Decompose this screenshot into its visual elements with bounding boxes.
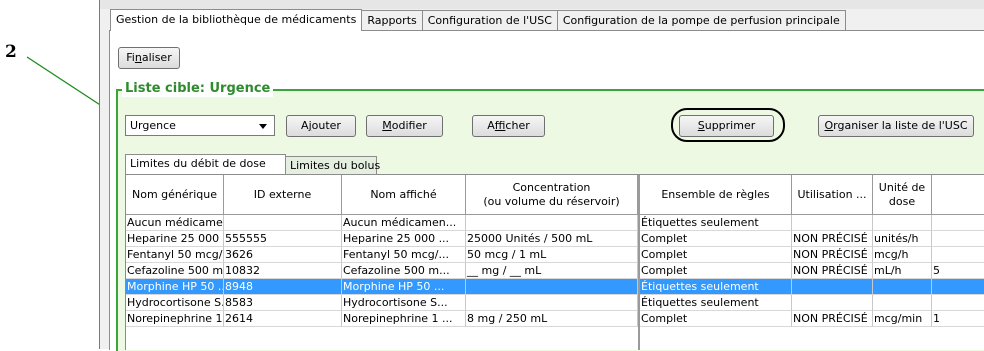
table-cell: NON PRÉCISÉ xyxy=(792,311,873,327)
table-cell xyxy=(932,215,984,231)
application-window: Gestion de la bibliothèque de médicament… xyxy=(99,0,984,351)
table-cell: Fentanyl 50 mcg/... xyxy=(342,247,466,263)
table-cell: 1 xyxy=(932,311,984,327)
table-cell: Morphine HP 50 ... xyxy=(342,279,466,295)
tab-drug-library[interactable]: Gestion de la bibliothèque de médicament… xyxy=(110,9,363,31)
table-cell xyxy=(466,279,638,295)
table-cell: __ mg / __ mL xyxy=(466,263,638,279)
col-display-name-header[interactable]: Nom affiché xyxy=(342,175,466,215)
table-cell xyxy=(466,215,638,231)
tab-pump-config[interactable]: Configuration de la pompe de perfusion p… xyxy=(556,10,846,30)
table-cell xyxy=(932,247,984,263)
table-cell: Fentanyl 50 mcg/... xyxy=(126,247,224,263)
table-cell: 2614 xyxy=(224,311,342,327)
col-generic-name-header[interactable]: Nom générique xyxy=(126,175,224,215)
table-cell: 50 mcg / 1 mL xyxy=(466,247,638,263)
table-cell: 8 mg / 250 mL xyxy=(466,311,638,327)
table-cell xyxy=(932,279,984,295)
table-cell: Complet xyxy=(640,311,792,327)
target-list-title: Liste cible: Urgence xyxy=(122,81,274,97)
table-cell: Aucun médicamen... xyxy=(126,215,224,231)
table-row[interactable]: Aucun médicamen... Aucun médicamen... Étiq… xyxy=(126,215,984,231)
table-row[interactable]: Cefazoline 500 m... 10832 Cefazoline 500 m… xyxy=(126,263,984,279)
table-cell: mL/h xyxy=(873,263,932,279)
table-cell: unités/h xyxy=(873,231,932,247)
table-cell: Heparine 25 000 ... xyxy=(342,231,466,247)
table-cell: NON PRÉCISÉ xyxy=(792,247,873,263)
table-cell: 25000 Unités / 500 mL xyxy=(466,231,638,247)
table-row[interactable]: Heparine 25 000 ... 555555 Heparine 25 000… xyxy=(126,231,984,247)
table-cell xyxy=(873,215,932,231)
table-row[interactable]: Norepinephrine 1 ...2614Norepinephrine 1… xyxy=(126,311,984,327)
modify-button[interactable]: Modifier xyxy=(366,115,443,137)
col-extra-header[interactable] xyxy=(932,175,984,215)
table-cell: 10832 xyxy=(224,263,342,279)
table-cell xyxy=(932,295,984,311)
table-cell: Norepinephrine 1 ... xyxy=(342,311,466,327)
table-cell: Complet xyxy=(640,247,792,263)
target-list-selected-value: Urgence xyxy=(130,119,176,132)
table-cell: Étiquettes seulement xyxy=(640,215,792,231)
table-cell: NON PRÉCISÉ xyxy=(792,263,873,279)
chevron-down-icon xyxy=(259,124,267,129)
highlight-circle xyxy=(671,108,785,142)
organize-list-button[interactable]: Organiser la liste de l'USC xyxy=(818,115,974,137)
table-cell: Étiquettes seulement xyxy=(640,295,792,311)
col-usage-header[interactable]: Utilisation ... xyxy=(792,175,873,215)
table-row[interactable]: Hydrocortisone S... 8583 Hydrocortisone S.… xyxy=(126,295,984,311)
table-cell: Hydrocortisone S... xyxy=(126,295,224,311)
column-splitter[interactable] xyxy=(638,175,640,350)
table-cell: Aucun médicamen... xyxy=(342,215,466,231)
table-cell xyxy=(792,215,873,231)
add-button[interactable]: Ajouter xyxy=(286,115,356,137)
tab-icu-config[interactable]: Configuration de l'USC xyxy=(421,10,558,30)
table-cell: 8583 xyxy=(224,295,342,311)
table-cell: Hydrocortisone S... xyxy=(342,295,466,311)
tab-dose-rate-limits[interactable]: Limites du débit de dose xyxy=(125,154,286,175)
table-cell: mcg/h xyxy=(873,247,932,263)
show-button[interactable]: Afficher xyxy=(472,115,545,137)
target-list-select[interactable]: Urgence xyxy=(125,115,275,136)
table-cell: 555555 xyxy=(224,231,342,247)
table-cell: mcg/min xyxy=(873,311,932,327)
table-cell xyxy=(224,215,342,231)
table-cell: Étiquettes seulement xyxy=(640,279,792,295)
col-dose-unit-header[interactable]: Unité de dose xyxy=(873,175,932,215)
table-cell xyxy=(466,295,638,311)
col-external-id-header[interactable]: ID externe xyxy=(224,175,342,215)
table-cell: NON PRÉCISÉ xyxy=(792,231,873,247)
col-rule-set-header[interactable]: Ensemble de règles xyxy=(640,175,792,215)
table-cell: 5 xyxy=(932,263,984,279)
table-row[interactable]: Morphine HP 50 ... 8948 Morphine HP 50 ...… xyxy=(126,279,984,295)
tab-reports[interactable]: Rapports xyxy=(361,10,423,30)
medication-table: Nom générique ID externe Nom affiché Concen… xyxy=(125,174,984,350)
table-cell xyxy=(873,295,932,311)
table-row[interactable]: Fentanyl 50 mcg/... 3626 Fentanyl 50 mcg/.… xyxy=(126,247,984,263)
table-cell: Cefazoline 500 m... xyxy=(126,263,224,279)
table-cell xyxy=(792,279,873,295)
col-concentration-header[interactable]: Concentration (ou volume du réservoir) xyxy=(466,175,638,215)
table-cell: Complet xyxy=(640,231,792,247)
table-cell xyxy=(932,231,984,247)
tab-bolus-limits[interactable]: Limites du bolus xyxy=(285,156,380,175)
table-cell: Morphine HP 50 ... xyxy=(126,279,224,295)
table-cell: Complet xyxy=(640,263,792,279)
table-cell: Norepinephrine 1 ... xyxy=(126,311,224,327)
table-cell: Cefazoline 500 m... xyxy=(342,263,466,279)
main-tabs: Gestion de la bibliothèque de médicament… xyxy=(110,9,846,31)
window-top-band xyxy=(100,0,984,9)
table-cell: Heparine 25 000 ... xyxy=(126,231,224,247)
table-cell xyxy=(873,279,932,295)
table-cell xyxy=(792,295,873,311)
table-cell: 3626 xyxy=(224,247,342,263)
finalize-button[interactable]: Finaliser xyxy=(118,47,180,69)
table-cell: 8948 xyxy=(224,279,342,295)
